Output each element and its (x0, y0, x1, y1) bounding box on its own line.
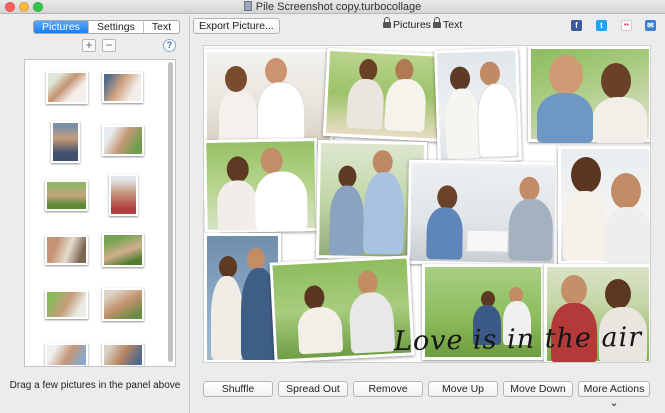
spread-out-button[interactable]: Spread Out (278, 381, 348, 397)
picture-thumbnail[interactable] (45, 180, 88, 211)
picture-thumbnail[interactable] (45, 290, 88, 319)
more-actions-button[interactable]: More Actions ⌄ (578, 381, 650, 409)
help-button[interactable]: ? (163, 39, 176, 52)
remove-button[interactable]: Remove (353, 381, 423, 397)
panel-tabs: Pictures Settings Text (33, 20, 181, 34)
title-bar: Pile Screenshot copy.turbocollage (0, 0, 665, 14)
picture-thumbnail[interactable] (102, 72, 143, 103)
add-picture-button[interactable]: + (82, 39, 96, 52)
drag-hint-label: Drag a few pictures in the panel above (9, 380, 181, 391)
collage-photo[interactable] (204, 138, 319, 233)
twitter-icon[interactable]: t (596, 20, 607, 31)
picture-thumbnail-panel[interactable] (24, 59, 176, 367)
collage-photo[interactable] (558, 146, 650, 264)
collage-caption: Love is in the air (393, 321, 643, 358)
left-panel: Pictures Settings Text + − ? Drag a few … (0, 15, 190, 413)
move-down-button[interactable]: Move Down (503, 381, 573, 397)
mode-pictures[interactable]: Pictures (383, 17, 431, 31)
collage-photo[interactable] (434, 47, 522, 164)
collage-photo[interactable] (528, 46, 650, 143)
flickr-icon[interactable]: •• (621, 20, 632, 31)
collage-canvas[interactable]: Love is in the air (203, 45, 651, 363)
tab-pictures[interactable]: Pictures (34, 21, 89, 33)
document-icon (243, 1, 252, 11)
picture-thumbnail[interactable] (45, 343, 88, 366)
picture-thumbnail[interactable] (102, 125, 144, 156)
collage-photo[interactable] (322, 47, 450, 143)
export-picture-button[interactable]: Export Picture... (193, 18, 280, 34)
picture-thumbnail[interactable] (51, 121, 80, 163)
picture-thumbnail[interactable] (102, 343, 144, 366)
email-icon[interactable]: ✉ (645, 20, 656, 31)
chevron-down-icon: ⌄ (609, 397, 619, 409)
tab-settings[interactable]: Settings (89, 21, 144, 33)
lock-icon (433, 17, 441, 28)
picture-thumbnail[interactable] (109, 174, 138, 216)
remove-picture-button[interactable]: − (102, 39, 116, 52)
tab-text[interactable]: Text (144, 21, 179, 33)
picture-thumbnail[interactable] (102, 233, 144, 267)
move-up-button[interactable]: Move Up (428, 381, 498, 397)
mode-text[interactable]: Text (433, 17, 462, 31)
shuffle-button[interactable]: Shuffle (203, 381, 273, 397)
collage-photo[interactable] (269, 255, 415, 362)
collage-photo[interactable] (407, 159, 559, 267)
thumbnail-scrollbar[interactable] (168, 62, 173, 362)
lock-icon (383, 17, 391, 28)
window-title: Pile Screenshot copy.turbocollage (0, 1, 665, 13)
picture-thumbnail[interactable] (45, 235, 88, 265)
collage-photo[interactable] (204, 233, 281, 362)
collage-photo[interactable] (204, 49, 333, 145)
picture-thumbnail[interactable] (46, 71, 88, 104)
picture-thumbnail[interactable] (102, 288, 144, 321)
facebook-icon[interactable]: f (571, 20, 582, 31)
